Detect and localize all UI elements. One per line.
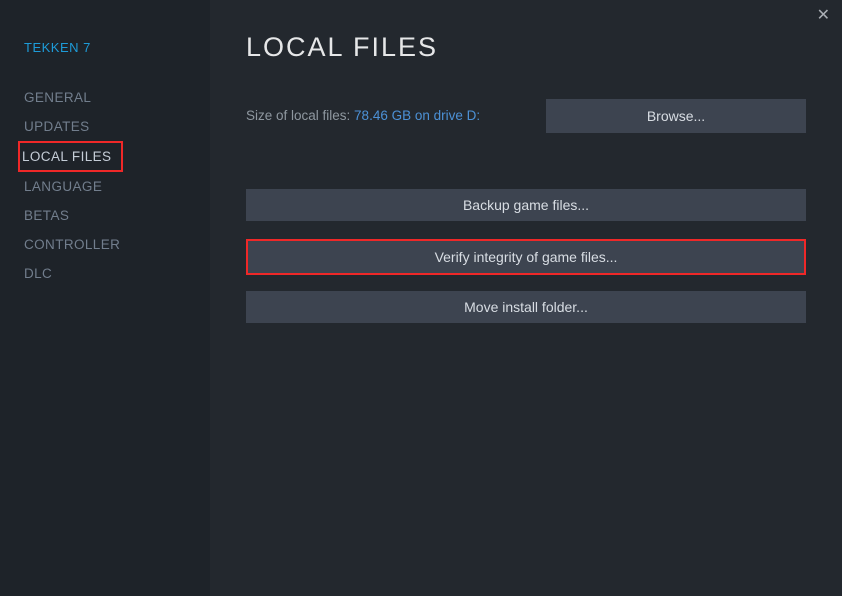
size-value: 78.46 GB on drive D: [354, 108, 480, 123]
size-row: Size of local files: 78.46 GB on drive D… [246, 99, 806, 133]
sidebar-item-language[interactable]: LANGUAGE [22, 172, 210, 201]
move-button[interactable]: Move install folder... [246, 291, 806, 323]
sidebar-item-local-files[interactable]: LOCAL FILES [22, 147, 111, 166]
sidebar-item-general[interactable]: GENERAL [22, 83, 210, 112]
size-label: Size of local files: [246, 108, 354, 123]
sidebar-item-betas[interactable]: BETAS [22, 201, 210, 230]
browse-button[interactable]: Browse... [546, 99, 806, 133]
sidebar-item-controller[interactable]: CONTROLLER [22, 230, 210, 259]
sidebar-item-dlc[interactable]: DLC [22, 259, 210, 288]
page-title: LOCAL FILES [246, 32, 806, 63]
main-panel: ✕ LOCAL FILES Size of local files: 78.46… [210, 0, 842, 596]
backup-button[interactable]: Backup game files... [246, 189, 806, 221]
close-icon[interactable]: ✕ [817, 8, 830, 24]
sidebar-highlight: LOCAL FILES [18, 141, 123, 172]
size-text: Size of local files: 78.46 GB on drive D… [246, 107, 480, 125]
game-title: TEKKEN 7 [24, 40, 210, 55]
sidebar-item-updates[interactable]: UPDATES [22, 112, 210, 141]
sidebar: TEKKEN 7 GENERAL UPDATES LOCAL FILES LAN… [0, 0, 210, 596]
verify-button[interactable]: Verify integrity of game files... [246, 239, 806, 275]
